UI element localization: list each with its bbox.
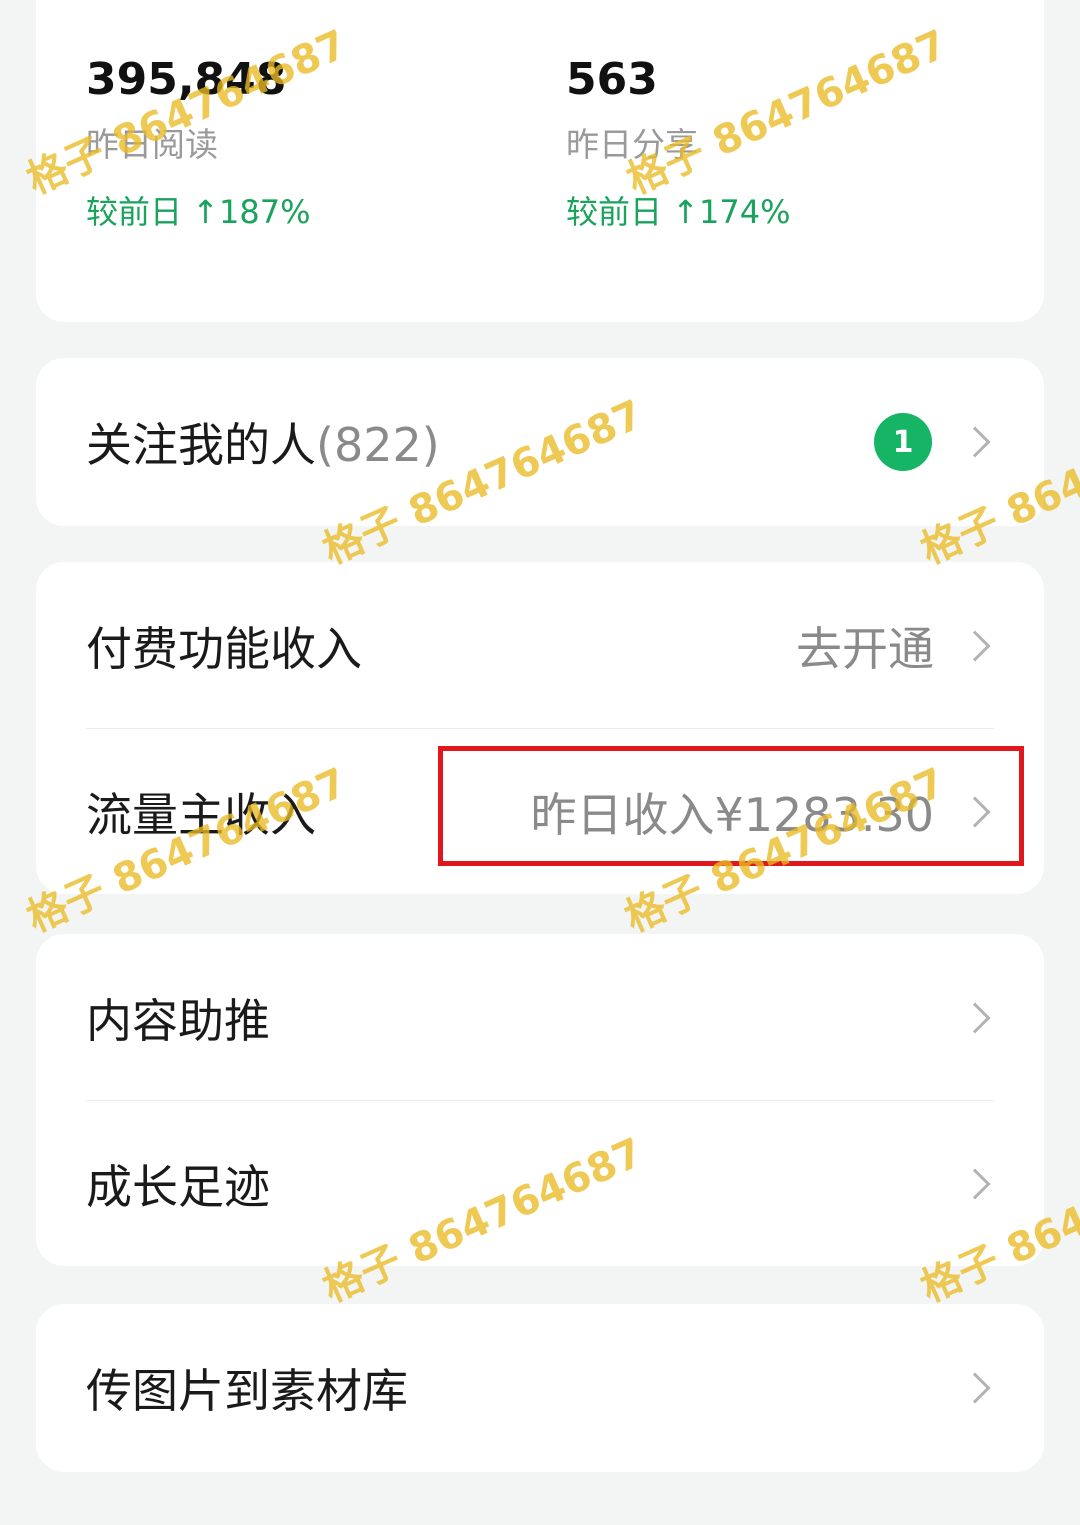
reads-label: 昨日阅读 — [86, 125, 218, 164]
chevron-right-icon — [959, 426, 991, 458]
upload-card: 传图片到素材库 — [36, 1304, 1044, 1472]
yesterday-shares-stat[interactable]: 563 昨日分享 较前日 ↑174% — [566, 54, 790, 232]
shares-change: 较前日 ↑174% — [566, 193, 791, 231]
chevron-right-icon — [959, 1372, 991, 1404]
chevron-right-icon — [959, 1002, 991, 1034]
reads-change: 较前日 ↑187% — [86, 193, 311, 231]
reads-value: 395,848 — [86, 54, 287, 105]
growth-row[interactable]: 成长足迹 — [36, 1100, 1044, 1268]
upload-label: 传图片到素材库 — [86, 1364, 408, 1418]
content-boost-label: 内容助推 — [86, 994, 270, 1048]
income-highlight-box — [438, 746, 1024, 866]
shares-value: 563 — [566, 54, 658, 105]
followers-row[interactable]: 关注我的人(822) 1 — [36, 358, 1044, 526]
stats-card: 395,848 昨日阅读 较前日 ↑187% 563 昨日分享 较前日 ↑174… — [36, 0, 1044, 322]
upload-row[interactable]: 传图片到素材库 — [36, 1304, 1044, 1472]
tools-card: 内容助推 成长足迹 — [36, 934, 1044, 1266]
paid-income-row[interactable]: 付费功能收入 去开通 — [36, 562, 1044, 730]
new-followers-badge: 1 — [874, 413, 932, 471]
content-boost-row[interactable]: 内容助推 — [36, 934, 1044, 1102]
chevron-right-icon — [959, 1168, 991, 1200]
paid-income-label: 付费功能收入 — [86, 622, 362, 676]
shares-label: 昨日分享 — [566, 125, 698, 164]
paid-income-action: 去开通 — [796, 622, 934, 676]
followers-count: (822) — [316, 418, 440, 472]
followers-label: 关注我的人 — [86, 418, 316, 472]
followers-label-wrap: 关注我的人(822) — [86, 409, 874, 475]
followers-card: 关注我的人(822) 1 — [36, 358, 1044, 526]
yesterday-reads-stat[interactable]: 395,848 昨日阅读 较前日 ↑187% — [86, 54, 310, 232]
growth-label: 成长足迹 — [86, 1160, 270, 1214]
chevron-right-icon — [959, 630, 991, 662]
